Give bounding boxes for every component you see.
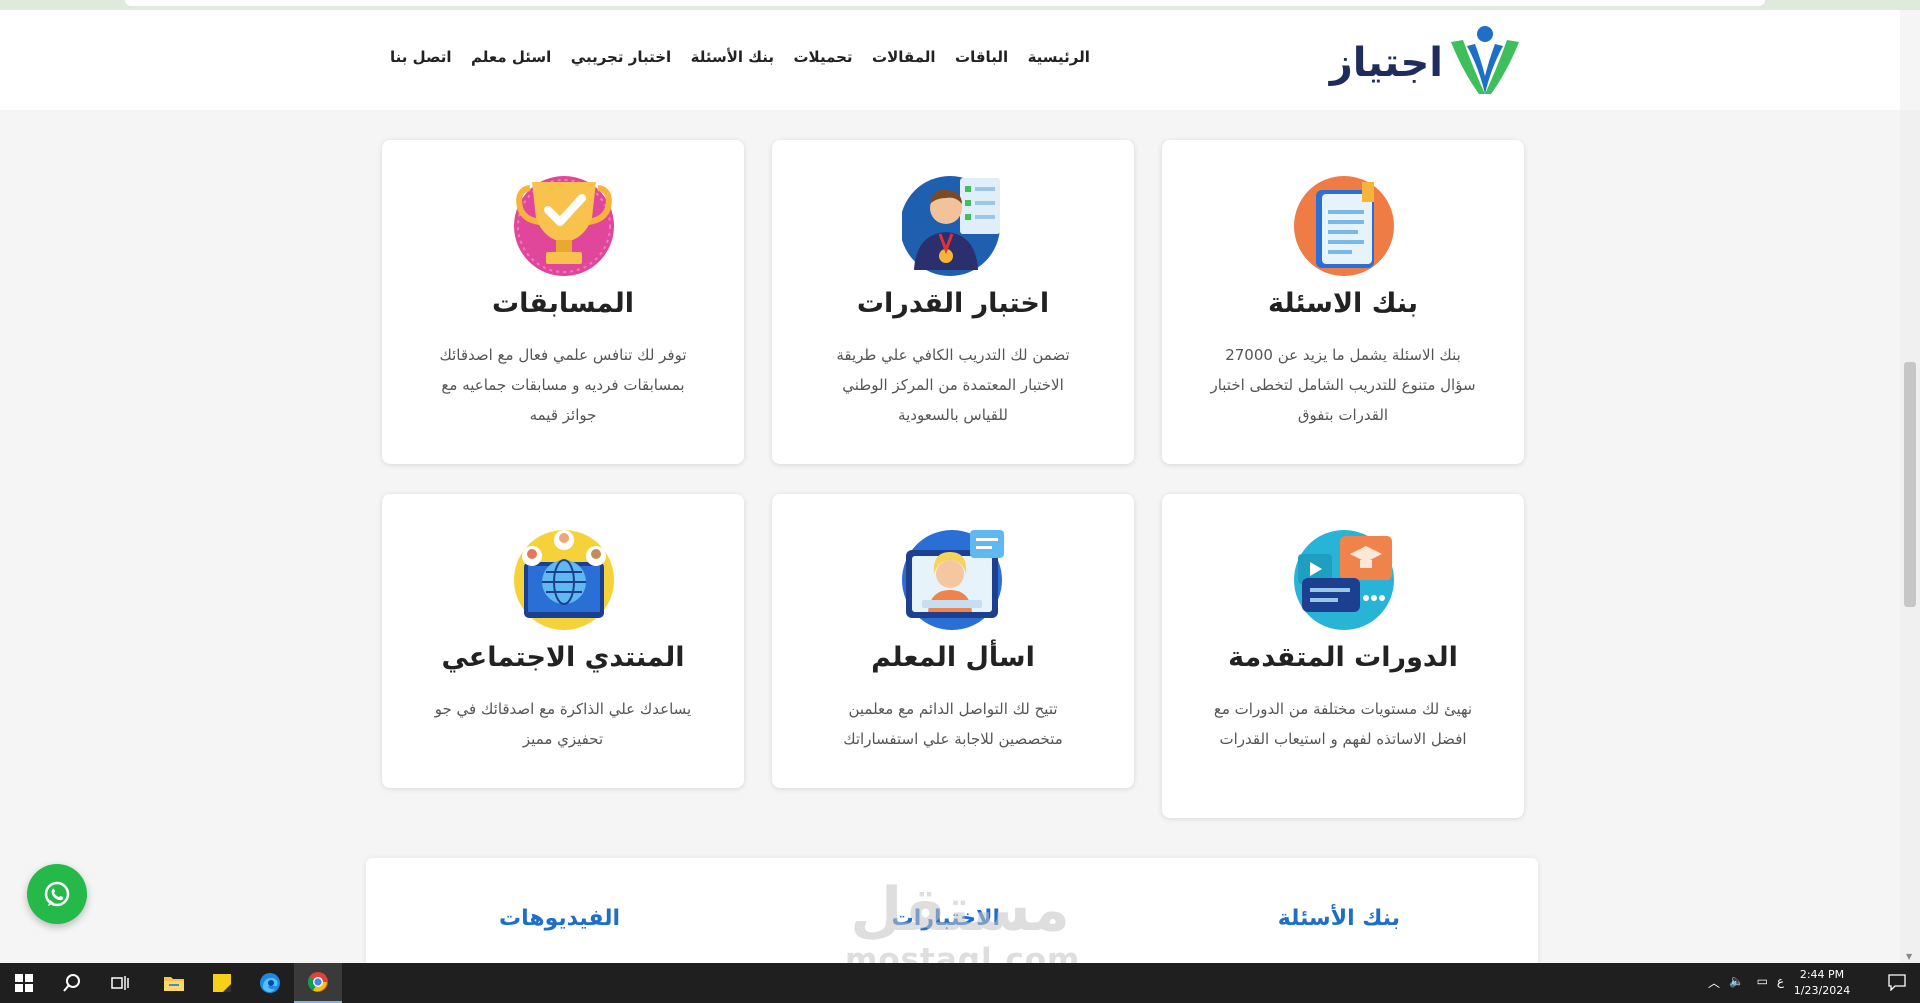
nav-question-bank[interactable]: بنك الأسئلة bbox=[691, 48, 774, 66]
nav-ask-teacher[interactable]: اسئل معلم bbox=[471, 48, 551, 66]
question-bank-book-icon bbox=[1294, 176, 1394, 276]
advanced-courses-icon bbox=[1294, 530, 1394, 630]
card-title: المنتدي الاجتماعي bbox=[441, 642, 685, 673]
card-title: اختبار القدرات bbox=[856, 288, 1050, 319]
card-title: اسأل المعلم bbox=[871, 642, 1035, 673]
watermark-arabic: مستقل bbox=[850, 875, 1070, 945]
tab-videos[interactable]: الفيديوهات bbox=[499, 906, 620, 931]
network-icon[interactable]: ▭ bbox=[1757, 974, 1768, 988]
page-scrollbar[interactable]: ▼ bbox=[1900, 110, 1920, 963]
site-header: اجتياز الرئيسية الباقات المقالات تحميلات… bbox=[0, 10, 1900, 110]
ask-teacher-icon bbox=[902, 530, 1004, 630]
feature-card-question-bank[interactable]: بنك الاسئلة بنك الاسئلة يشمل ما يزيد عن … bbox=[1162, 140, 1524, 464]
trophy-icon bbox=[514, 176, 614, 276]
card-description: يساعدك علي الذاكرة مع اصدقائك في جو تحفي… bbox=[434, 700, 692, 748]
card-title: المسابقات bbox=[492, 288, 634, 319]
sticky-notes-icon[interactable] bbox=[198, 963, 246, 1003]
nav-practice-test[interactable]: اختبار تجريبي bbox=[571, 48, 671, 66]
nav-home[interactable]: الرئيسية bbox=[1028, 48, 1090, 66]
notifications-icon[interactable] bbox=[1888, 973, 1906, 994]
card-description: نهيئ لك مستويات مختلفة من الدورات مع افض… bbox=[1213, 700, 1473, 748]
card-title: الدورات المتقدمة bbox=[1228, 642, 1458, 673]
browser-chrome-strip bbox=[0, 0, 1920, 10]
card-title: بنك الاسئلة bbox=[1267, 288, 1419, 319]
feature-card-social-forum[interactable]: المنتدي الاجتماعي يساعدك علي الذاكرة مع … bbox=[382, 494, 744, 788]
card-description: توفر لك تنافس علمي فعال مع اصدقائك بمساب… bbox=[439, 346, 687, 424]
taskbar-clock[interactable]: 2:44 PM 1/23/2024 bbox=[1782, 967, 1862, 999]
windows-taskbar: ︿ 🔈 ▭ ع 2:44 PM 1/23/2024 bbox=[0, 963, 1920, 1003]
nav-contact[interactable]: اتصل بنا bbox=[390, 48, 452, 66]
feature-card-competitions[interactable]: المسابقات توفر لك تنافس علمي فعال مع اصد… bbox=[382, 140, 744, 464]
main-nav: الرئيسية الباقات المقالات تحميلات بنك ال… bbox=[390, 48, 1090, 66]
whatsapp-chat-button[interactable] bbox=[27, 864, 87, 924]
site-logo[interactable]: اجتياز bbox=[1330, 18, 1525, 103]
system-tray: ︿ 🔈 ▭ ع 2:44 PM 1/23/2024 bbox=[1680, 963, 1920, 1003]
task-view-icon[interactable] bbox=[96, 963, 144, 1003]
logo-text: اجتياز bbox=[1329, 40, 1443, 86]
address-bar-edge[interactable] bbox=[125, 0, 1765, 6]
feature-card-aptitude-test[interactable]: اختبار القدرات تضمن لك التدريب الكافي عل… bbox=[772, 140, 1134, 464]
social-forum-globe-icon bbox=[514, 530, 614, 630]
tab-question-bank[interactable]: بنك الأسئلة bbox=[1278, 906, 1400, 931]
clock-date: 1/23/2024 bbox=[1793, 984, 1851, 997]
chrome-browser-icon[interactable] bbox=[294, 963, 342, 1003]
windows-start-icon[interactable] bbox=[0, 963, 48, 1003]
nav-articles[interactable]: المقالات bbox=[872, 48, 936, 66]
feature-card-advanced-courses[interactable]: الدورات المتقدمة نهيئ لك مستويات مختلفة … bbox=[1162, 494, 1524, 818]
file-explorer-icon[interactable] bbox=[150, 963, 198, 1003]
aptitude-test-candidate-icon bbox=[902, 176, 1000, 276]
clock-time: 2:44 PM bbox=[1799, 968, 1845, 981]
scroll-down-arrow-icon[interactable]: ▼ bbox=[1906, 952, 1912, 961]
scrollbar-thumb[interactable] bbox=[1904, 362, 1916, 607]
edge-browser-icon[interactable] bbox=[246, 963, 294, 1003]
nav-packages[interactable]: الباقات bbox=[955, 48, 1008, 66]
logo-people-icon bbox=[1451, 26, 1519, 94]
whatsapp-icon bbox=[44, 881, 70, 907]
search-icon[interactable] bbox=[48, 963, 96, 1003]
card-description: تضمن لك التدريب الكافي علي طريقة الاختبا… bbox=[836, 346, 1070, 424]
volume-icon[interactable]: 🔈 bbox=[1729, 974, 1744, 988]
card-description: بنك الاسئلة يشمل ما يزيد عن 27000 سؤال م… bbox=[1210, 346, 1476, 424]
nav-downloads[interactable]: تحميلات bbox=[793, 48, 852, 66]
card-description: تتيح لك التواصل الدائم مع معلمين متخصصين… bbox=[843, 700, 1063, 748]
chevron-up-icon[interactable]: ︿ bbox=[1708, 974, 1720, 991]
feature-card-ask-teacher[interactable]: اسأل المعلم تتيح لك التواصل الدائم مع مع… bbox=[772, 494, 1134, 788]
